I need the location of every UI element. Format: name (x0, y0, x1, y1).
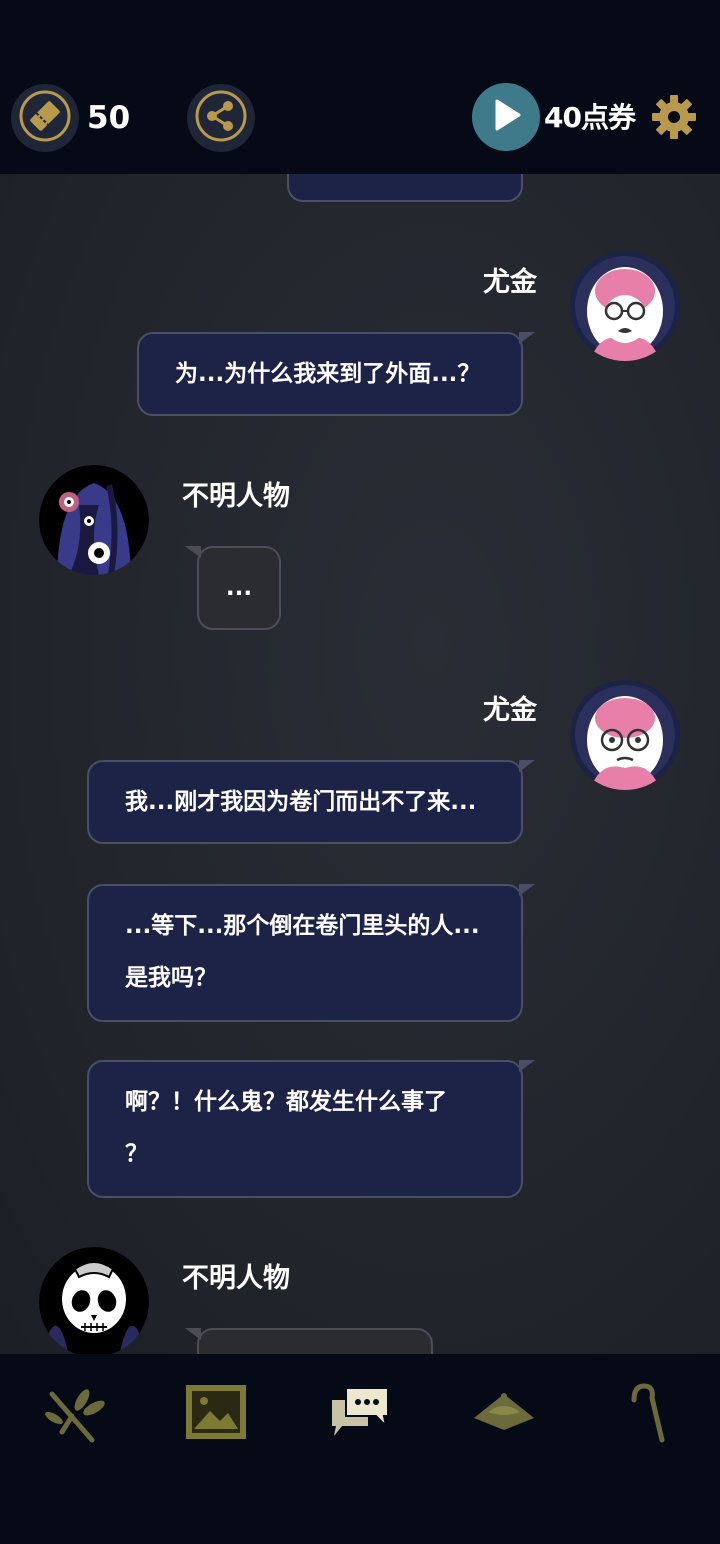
speaker-name: 尤金 (483, 695, 537, 726)
speaker-name: 不明人物 (182, 1263, 290, 1294)
avatar-unknown-figure (39, 465, 149, 575)
message-text-line: 是我吗？ (125, 965, 217, 991)
speaker-name: 不明人物 (182, 481, 290, 512)
share-icon (195, 90, 247, 146)
nav-cane-button[interactable] (616, 1382, 680, 1446)
points-label: 40点券 (544, 101, 636, 134)
watch-ad-button[interactable] (472, 83, 540, 151)
ticket-icon (19, 90, 71, 146)
message-text-line: ？ (125, 1141, 148, 1167)
gallery-icon (184, 1383, 248, 1445)
gear-icon (650, 95, 698, 145)
nav-gallery-button[interactable] (184, 1382, 248, 1446)
nav-branch-button[interactable] (42, 1382, 106, 1446)
ticket-count: 50 (87, 100, 131, 136)
avatar-eugene (570, 680, 680, 790)
ticket-button[interactable] (11, 84, 79, 152)
chat-bubble: 我...刚才我因为卷门而出不了来... (87, 760, 535, 844)
settings-button[interactable] (650, 93, 698, 141)
top-bar (0, 0, 720, 174)
chat-icon (328, 1384, 392, 1444)
chat-bubble: ...等下...那个倒在卷门里头的人... 是我吗？ (87, 884, 535, 1022)
chat-bubble: 啊？！什么鬼？都发生什么事了 ？ (87, 1060, 535, 1198)
message-text-line: 啊？！什么鬼？都发生什么事了 (125, 1089, 447, 1115)
chat-bubble-partial (287, 174, 523, 202)
message-text-line: ...等下...那个倒在卷门里头的人... (125, 913, 480, 939)
share-button[interactable] (187, 84, 255, 152)
chat-bubble (185, 1328, 433, 1354)
hat-icon (472, 1388, 536, 1440)
chat-bubble: 为...为什么我来到了外面...？ (137, 332, 535, 416)
message-text: ... (225, 575, 253, 601)
chat-bubble: ... (185, 546, 281, 630)
cane-icon (616, 1380, 680, 1448)
message-text: 我...刚才我因为卷门而出不了来... (125, 789, 477, 815)
nav-chat-button[interactable] (328, 1382, 392, 1446)
avatar-eugene (570, 251, 680, 361)
message-text: 为...为什么我来到了外面...？ (175, 361, 481, 387)
play-icon (488, 97, 524, 137)
avatar-skull-figure (39, 1247, 149, 1354)
nav-hat-button[interactable] (472, 1382, 536, 1446)
speaker-name: 尤金 (483, 267, 537, 298)
branch-icon (42, 1380, 106, 1448)
chat-log[interactable]: 尤金 为...为什么我来到了外面...？ 不明人物 ... 尤金 我...刚才我… (0, 174, 720, 1354)
